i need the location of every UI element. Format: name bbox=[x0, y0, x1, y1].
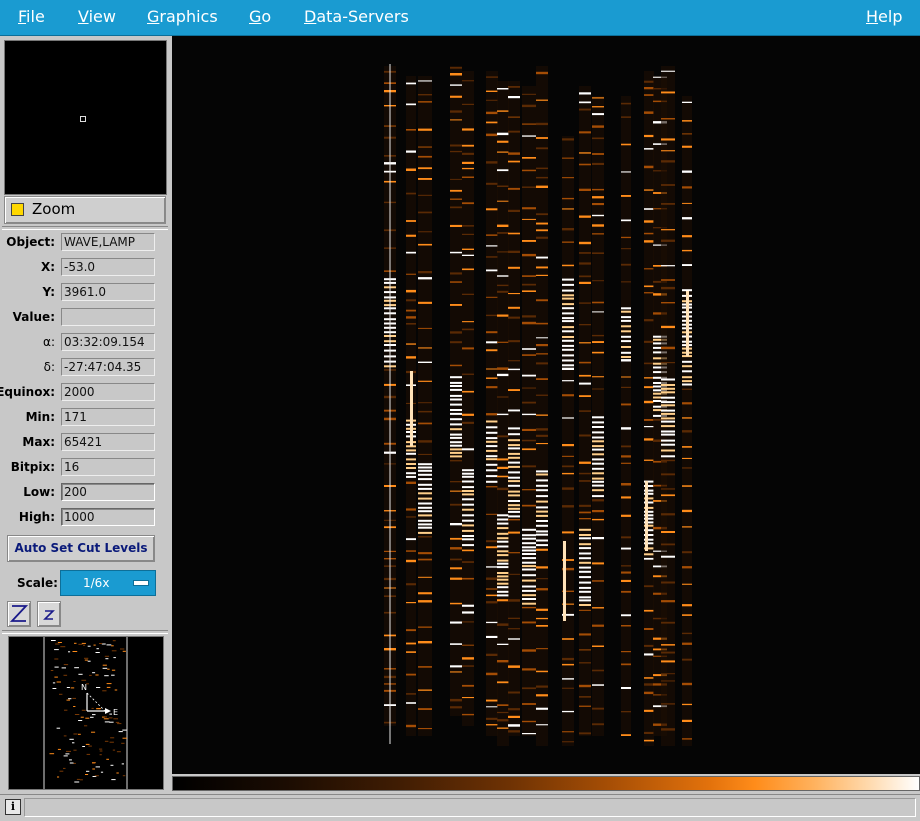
zoom-in-button[interactable] bbox=[7, 601, 31, 627]
menu-file[interactable]: File bbox=[18, 7, 45, 26]
menu-view[interactable]: View bbox=[78, 7, 116, 26]
field-bitpix: Bitpix: 16 bbox=[0, 458, 171, 478]
pan-thumbnail: N E bbox=[9, 637, 163, 789]
high-cut-input[interactable]: 1000 bbox=[61, 508, 155, 526]
field-max-label: Max: bbox=[22, 435, 55, 449]
status-bar: i bbox=[0, 794, 920, 821]
low-cut-input[interactable]: 200 bbox=[61, 483, 155, 501]
field-y-label: Y: bbox=[42, 285, 55, 299]
field-object-label: Object: bbox=[6, 235, 55, 249]
field-high: High: 1000 bbox=[0, 508, 171, 528]
menu-view-label: iew bbox=[88, 7, 116, 26]
field-bitpix-label: Bitpix: bbox=[10, 460, 55, 474]
zoom-window[interactable] bbox=[4, 40, 167, 195]
menu-go[interactable]: Go bbox=[249, 7, 271, 26]
menu-data-servers[interactable]: Data-Servers bbox=[304, 7, 409, 26]
menu-go-key: G bbox=[249, 7, 262, 26]
field-delta: δ: -27:47:04.35 bbox=[0, 358, 171, 378]
pan-window[interactable]: N E bbox=[8, 636, 164, 790]
zoom-label: Zoom bbox=[32, 200, 76, 218]
scale-value: 1/6x bbox=[83, 576, 110, 590]
field-high-label: High: bbox=[18, 510, 55, 524]
field-min-value: 171 bbox=[61, 408, 155, 426]
status-message bbox=[24, 798, 916, 817]
zoom-toggle-button[interactable]: Zoom bbox=[4, 196, 166, 224]
compass-north: N bbox=[81, 683, 87, 692]
dropdown-arrow-icon bbox=[133, 580, 149, 586]
field-object-value: WAVE,LAMP bbox=[61, 233, 155, 251]
field-x: X: -53.0 bbox=[0, 258, 171, 278]
field-value-value bbox=[61, 308, 155, 326]
field-equinox: Equinox: 2000 bbox=[0, 383, 171, 403]
spectrum-image bbox=[384, 64, 692, 746]
menu-graphics[interactable]: Graphics bbox=[147, 7, 218, 26]
image-display[interactable] bbox=[172, 36, 920, 774]
field-y-value: 3961.0 bbox=[61, 283, 155, 301]
scale-label: Scale: bbox=[17, 576, 58, 590]
menu-help-key: H bbox=[866, 7, 879, 26]
field-min: Min: 171 bbox=[0, 408, 171, 428]
spectrum-lines bbox=[384, 64, 692, 746]
field-delta-label: δ: bbox=[43, 360, 55, 374]
menu-file-label: ile bbox=[26, 7, 45, 26]
zoom-out-icon bbox=[43, 610, 55, 620]
zoom-in-icon bbox=[9, 605, 29, 622]
menu-graphics-label: raphics bbox=[159, 7, 218, 26]
field-min-label: Min: bbox=[25, 410, 55, 424]
field-value-label: Value: bbox=[12, 310, 55, 324]
field-alpha: α: 03:32:09.154 bbox=[0, 333, 171, 353]
menu-help[interactable]: Help bbox=[866, 7, 902, 26]
field-alpha-value: 03:32:09.154 bbox=[61, 333, 155, 351]
control-panel: Zoom Object: WAVE,LAMP X: -53.0 Y: 3961.0 V… bbox=[0, 36, 171, 792]
zoom-checkbox-indicator[interactable] bbox=[11, 203, 24, 216]
zoom-cursor-marker bbox=[80, 116, 86, 122]
menu-graphics-key: G bbox=[147, 7, 160, 26]
menu-help-label: elp bbox=[878, 7, 903, 26]
field-bitpix-value: 16 bbox=[61, 458, 155, 476]
scale-select[interactable]: 1/6x bbox=[60, 570, 156, 596]
field-low: Low: 200 bbox=[0, 483, 171, 503]
panel-divider bbox=[2, 630, 168, 634]
panel-divider bbox=[2, 226, 168, 230]
menu-data-servers-key: D bbox=[304, 7, 317, 26]
compass-east: E bbox=[113, 708, 118, 717]
menu-bar: File View Graphics Go Data-Servers Help bbox=[0, 0, 920, 36]
menu-go-label: o bbox=[261, 7, 272, 26]
field-equinox-label: Equinox: bbox=[0, 385, 55, 399]
field-max-value: 65421 bbox=[61, 433, 155, 451]
field-alpha-label: α: bbox=[43, 335, 55, 349]
auto-set-cut-levels-button[interactable]: Auto Set Cut Levels bbox=[7, 535, 155, 562]
zoom-out-button[interactable] bbox=[37, 601, 61, 627]
field-equinox-value: 2000 bbox=[61, 383, 155, 401]
field-object: Object: WAVE,LAMP bbox=[0, 233, 171, 253]
field-delta-value: -27:47:04.35 bbox=[61, 358, 155, 376]
field-y: Y: 3961.0 bbox=[0, 283, 171, 303]
field-x-value: -53.0 bbox=[61, 258, 155, 276]
field-low-label: Low: bbox=[23, 485, 55, 499]
colorbar[interactable] bbox=[172, 776, 920, 791]
field-x-label: X: bbox=[40, 260, 55, 274]
menu-file-key: F bbox=[18, 7, 27, 26]
field-max: Max: 65421 bbox=[0, 433, 171, 453]
menu-view-key: V bbox=[78, 7, 89, 26]
field-value: Value: bbox=[0, 308, 171, 328]
menu-data-servers-label: ata-Servers bbox=[316, 7, 409, 26]
info-icon: i bbox=[5, 799, 21, 815]
